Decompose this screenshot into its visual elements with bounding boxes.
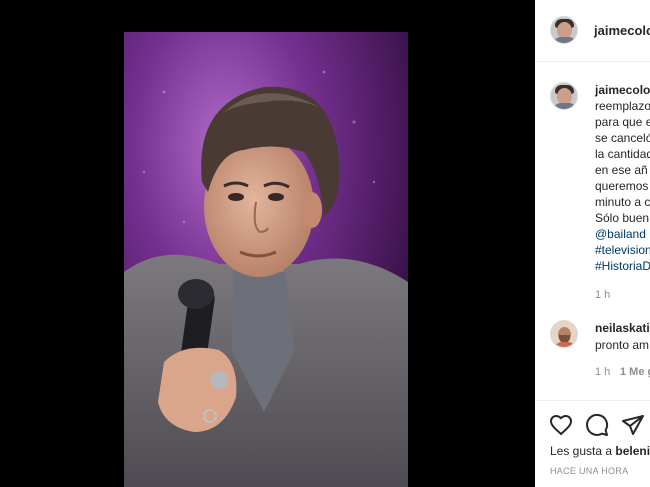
reply-likes[interactable]: 1 Me g (620, 366, 650, 378)
heart-icon[interactable] (549, 413, 573, 437)
caption-author-avatar[interactable] (550, 82, 578, 110)
hashtag-link[interactable]: #HistoriaD (595, 258, 650, 274)
post-header: jaimecolom (535, 0, 650, 62)
author-username[interactable]: jaimecolom (594, 23, 650, 38)
caption-author-username[interactable]: jaimecolom (595, 83, 650, 97)
post-side-panel: jaimecolom jaimecolom reemplazo para que… (535, 0, 650, 487)
caption-line: se canceló (595, 131, 650, 145)
caption-text: reemplazo para que e se canceló la canti… (595, 98, 650, 274)
comment-icon[interactable] (585, 413, 609, 437)
likes-summary: Les gusta a beleni (550, 444, 650, 458)
caption-time: 1 h (595, 289, 611, 301)
hashtag-link[interactable]: #television (595, 242, 650, 258)
reply-author-username[interactable]: neilaskati (595, 321, 650, 335)
reply-time: 1 h (595, 366, 611, 378)
post-photo (124, 32, 408, 487)
reply-author-avatar[interactable] (550, 320, 578, 348)
mention-link[interactable]: @bailand (595, 226, 650, 242)
caption-line: minuto a c (595, 195, 650, 209)
comments-section: jaimecolom reemplazo para que e se cance… (535, 62, 650, 400)
liker-username[interactable]: beleni (615, 444, 650, 458)
paper-plane-icon[interactable] (621, 413, 645, 437)
reply-text: pronto am (595, 338, 650, 352)
likes-prefix: Les gusta a (550, 444, 616, 458)
post-timestamp: HACE UNA HORA (550, 466, 629, 476)
caption-line: queremos (595, 179, 649, 193)
caption-line: Sólo buen (595, 211, 650, 225)
caption-line: reemplazo (595, 99, 650, 113)
media-viewer (0, 0, 535, 487)
caption-line: para que e (595, 115, 650, 129)
post-actions: Les gusta a beleni HACE UNA HORA (535, 400, 650, 487)
author-avatar[interactable] (550, 16, 578, 44)
caption-line: en ese añ (595, 163, 648, 177)
caption-line: la cantidad (595, 147, 650, 161)
